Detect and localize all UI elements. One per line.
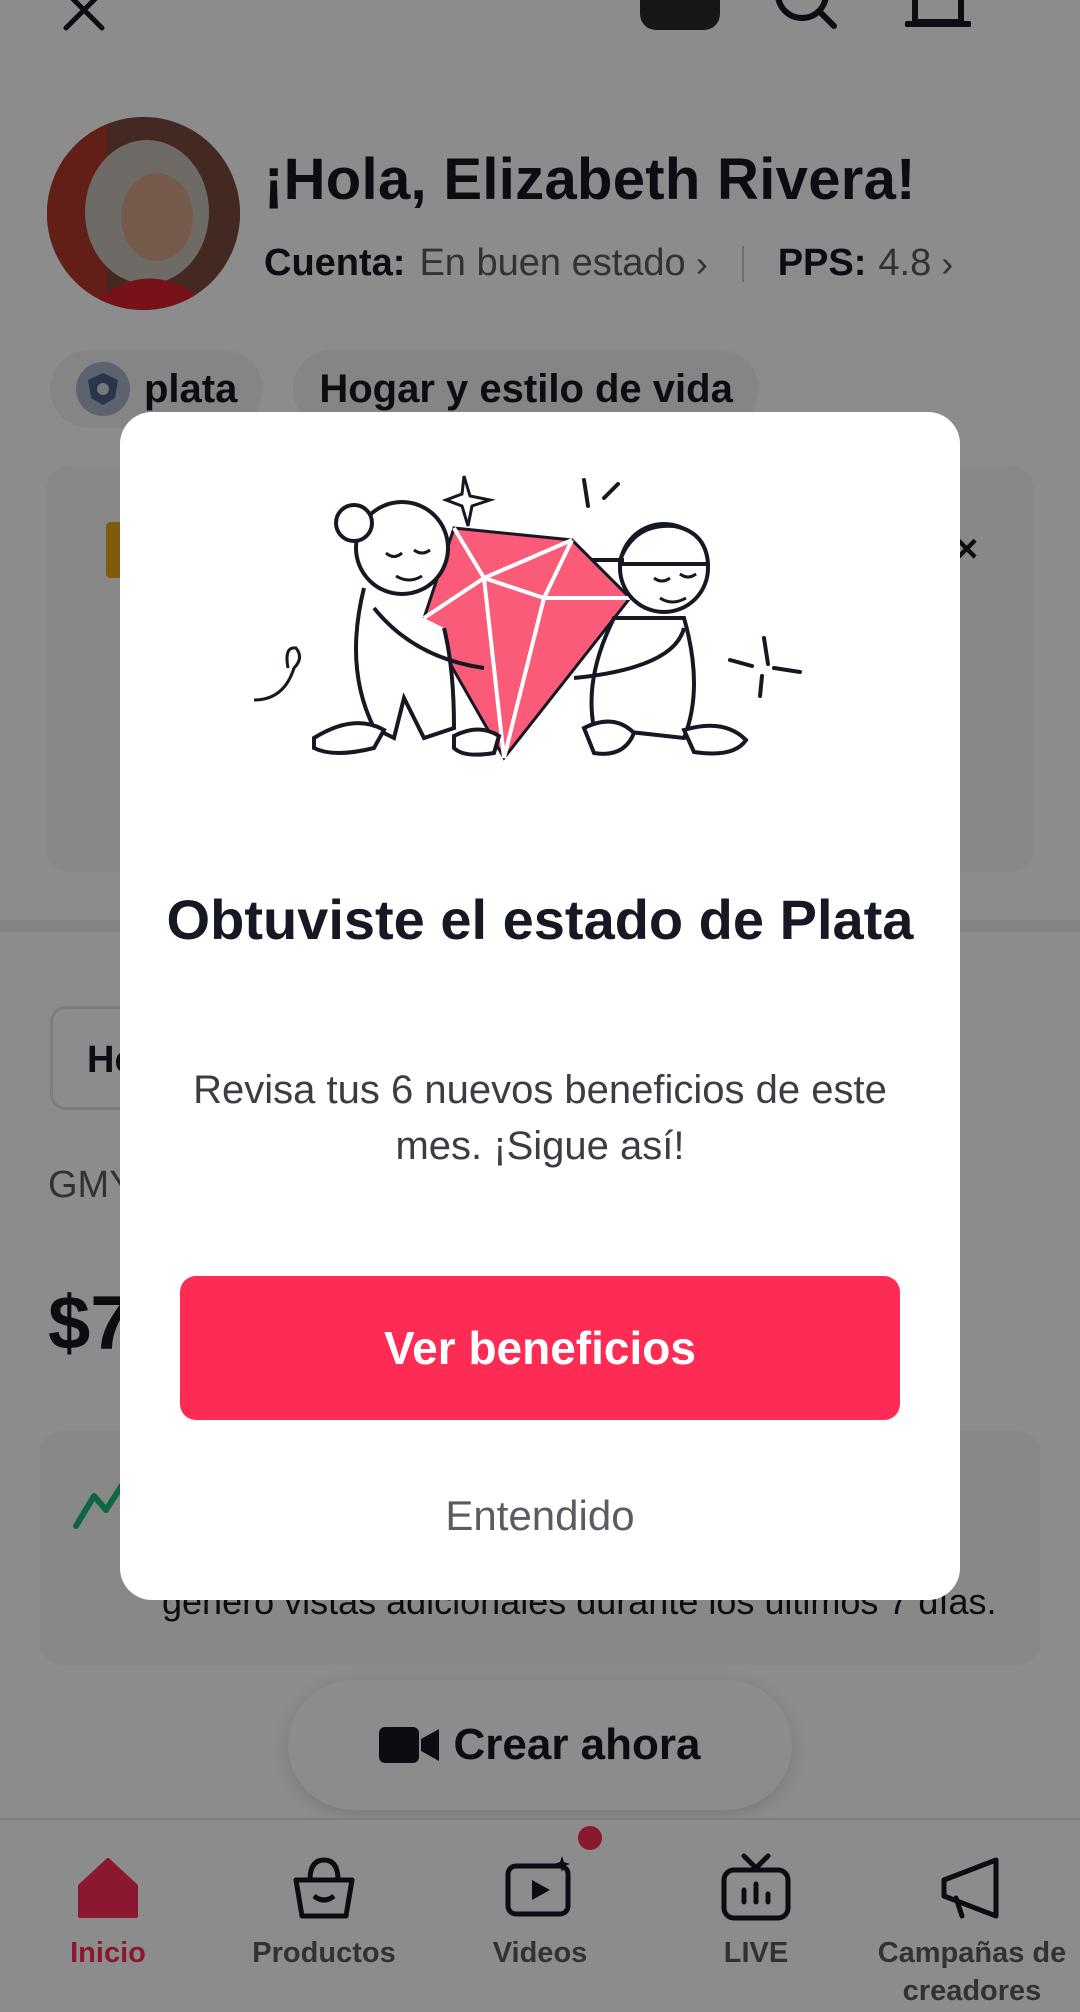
creator-home-page: ¡Hola, Elizabeth Rivera! Cuenta: En buen… (0, 0, 1080, 2012)
modal-title: Obtuviste el estado de Plata (166, 888, 914, 951)
view-benefits-button[interactable]: Ver beneficios (180, 1276, 900, 1420)
got-it-button[interactable]: Entendido (180, 1468, 900, 1564)
diamond-celebration-illustration (254, 475, 802, 761)
modal-description: Revisa tus 6 nuevos beneficios de este m… (193, 1068, 887, 1168)
silver-status-modal: Obtuviste el estado de Plata Revisa tus … (120, 412, 960, 1600)
